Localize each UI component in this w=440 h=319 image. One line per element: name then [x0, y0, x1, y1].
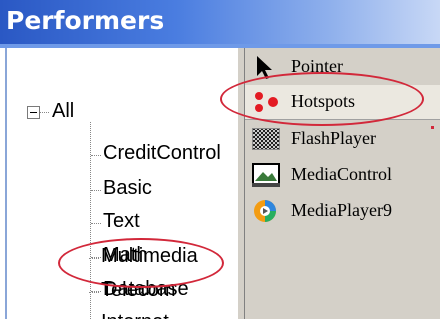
hotspots-icon — [255, 92, 278, 112]
flashplayer-icon — [252, 128, 280, 150]
list-item-hotspots[interactable]: Hotspots — [245, 85, 440, 120]
list-item-mediacontrol[interactable]: MediaControl — [245, 158, 440, 193]
component-list: Pointer Hotspots FlashPlayer MediaContro… — [245, 48, 440, 319]
tree-branch — [91, 223, 101, 224]
panel-title: Performers — [6, 6, 165, 35]
panel-header: Performers — [0, 0, 440, 44]
tree-item-multimedia[interactable]: Multimedia — [101, 245, 198, 268]
list-item-flashplayer[interactable]: FlashPlayer — [245, 122, 440, 157]
mediacontrol-icon — [252, 163, 280, 187]
tree-branch — [89, 292, 99, 293]
performers-panel: Performers All CreditControl Basic Text … — [0, 0, 440, 319]
pointer-arrow-icon — [257, 56, 272, 79]
tree-item-creditcontrol[interactable]: CreditControl — [103, 142, 221, 165]
tree-branch — [89, 258, 99, 259]
tree-item-text[interactable]: Text — [103, 210, 140, 233]
tree-connector-root — [40, 112, 49, 113]
tree-item-internet[interactable]: Internet — [101, 311, 169, 319]
tree-branch — [91, 190, 101, 191]
mediaplayer9-icon — [254, 200, 276, 222]
list-item-pointer[interactable]: Pointer — [245, 50, 440, 85]
list-item-label: MediaPlayer9 — [291, 200, 392, 220]
tree-connector — [90, 122, 91, 319]
tree-item-telecom[interactable]: Telecom — [101, 279, 175, 302]
list-item-label: FlashPlayer — [291, 128, 376, 148]
pane-splitter[interactable] — [237, 48, 245, 319]
collapse-toggle-icon[interactable] — [27, 106, 40, 119]
list-item-label: Pointer — [291, 56, 343, 76]
list-item-label: MediaControl — [291, 164, 392, 184]
tree-branch — [91, 155, 101, 156]
small-red-marker — [431, 126, 434, 129]
tree-item-basic[interactable]: Basic — [103, 177, 152, 200]
tree-item-all[interactable]: All — [52, 100, 74, 123]
list-item-mediaplayer9[interactable]: MediaPlayer9 — [245, 194, 440, 229]
list-item-label: Hotspots — [291, 91, 356, 111]
